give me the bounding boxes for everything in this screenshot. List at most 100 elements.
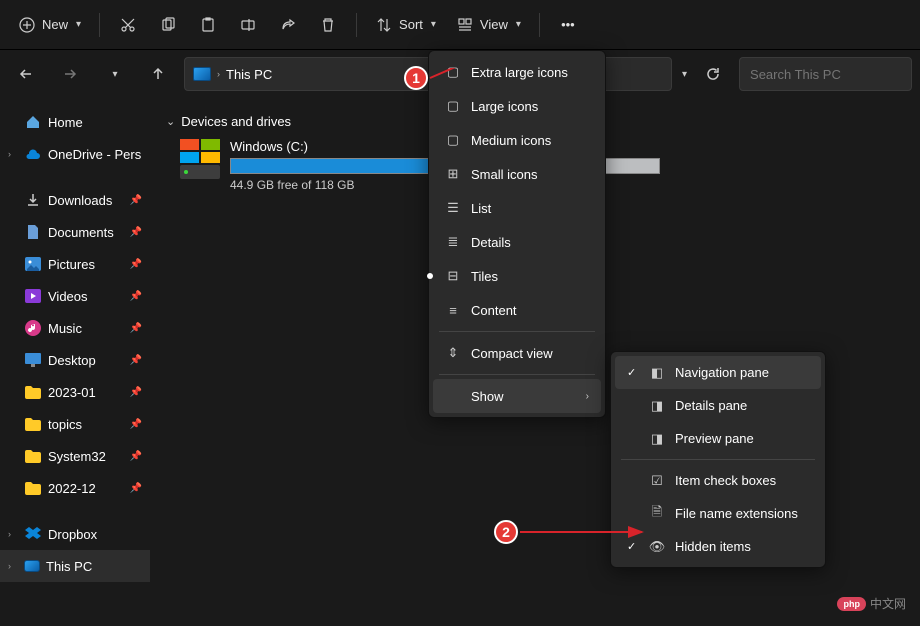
- view-lg[interactable]: ▢Large icons: [433, 89, 601, 123]
- toolbar: New ▾ Sort ▾ View ▾ •••: [0, 0, 920, 50]
- view-md[interactable]: ▢Medium icons: [433, 123, 601, 157]
- music-icon: [24, 319, 42, 337]
- separator: [356, 13, 357, 37]
- show-preview[interactable]: ◨Preview pane: [615, 422, 821, 455]
- separator: [439, 374, 595, 375]
- new-button[interactable]: New ▾: [10, 7, 89, 43]
- panel-icon: ◨: [649, 398, 665, 414]
- file-icon: 🗎: [649, 506, 665, 522]
- chevron-right-icon: ›: [586, 391, 589, 402]
- sidebar-music[interactable]: Music📌: [0, 312, 150, 344]
- dropbox-icon: [24, 525, 42, 543]
- sidebar-desktop[interactable]: Desktop📌: [0, 344, 150, 376]
- pc-icon: [24, 560, 40, 572]
- eye-icon: 👁: [649, 539, 665, 555]
- copy-button[interactable]: [150, 7, 186, 43]
- cut-icon: [119, 16, 137, 34]
- sort-button[interactable]: Sort ▾: [367, 7, 444, 43]
- sidebar-pictures[interactable]: Pictures📌: [0, 248, 150, 280]
- chevron-right-icon: ›: [8, 561, 18, 571]
- pictures-icon: [24, 255, 42, 273]
- details-icon: ≣: [445, 234, 461, 250]
- cloud-icon: [24, 145, 42, 163]
- delete-button[interactable]: [310, 7, 346, 43]
- view-compact[interactable]: ⇕Compact view: [433, 336, 601, 370]
- chevron-down-icon: ▾: [431, 19, 436, 30]
- refresh-button[interactable]: [695, 57, 731, 91]
- chevron-right-icon: ›: [8, 149, 18, 159]
- show-check[interactable]: ☑Item check boxes: [615, 464, 821, 497]
- plus-icon: [18, 16, 36, 34]
- drive-icon: [180, 139, 220, 179]
- panel-icon: ◨: [649, 431, 665, 447]
- compact-icon: ⇕: [445, 345, 461, 361]
- up-button[interactable]: [140, 56, 176, 92]
- content-icon: ≡: [445, 302, 461, 318]
- more-button[interactable]: •••: [550, 7, 586, 43]
- check-icon: ✓: [627, 540, 636, 553]
- forward-button[interactable]: [52, 56, 88, 92]
- rename-button[interactable]: [230, 7, 266, 43]
- view-xl[interactable]: ▢Extra large icons: [433, 55, 601, 89]
- sidebar-documents[interactable]: Documents📌: [0, 216, 150, 248]
- chevron-down-icon: ▾: [112, 69, 117, 80]
- view-details[interactable]: ≣Details: [433, 225, 601, 259]
- check-icon: ✓: [627, 366, 636, 379]
- search-input[interactable]: [750, 67, 901, 82]
- pin-icon: 📌: [130, 323, 142, 334]
- share-button[interactable]: [270, 7, 306, 43]
- recent-button[interactable]: ▾: [96, 56, 132, 92]
- sidebar-folder[interactable]: topics📌: [0, 408, 150, 440]
- watermark: php中文网: [837, 595, 906, 612]
- chevron-down-icon: ▾: [76, 19, 81, 30]
- view-content[interactable]: ≡Content: [433, 293, 601, 327]
- rename-icon: [239, 16, 257, 34]
- sidebar-dropbox[interactable]: ›Dropbox: [0, 518, 150, 550]
- back-button[interactable]: [8, 56, 44, 92]
- pin-icon: 📌: [130, 419, 142, 430]
- paste-button[interactable]: [190, 7, 226, 43]
- sidebar: Home ›OneDrive - Pers Downloads📌 Documen…: [0, 98, 150, 626]
- tiles-icon: ⊟: [445, 268, 461, 284]
- view-label: View: [480, 17, 508, 32]
- sort-label: Sort: [399, 17, 423, 32]
- chevron-down-icon[interactable]: ▾: [682, 69, 687, 80]
- sidebar-folder[interactable]: 2023-01📌: [0, 376, 150, 408]
- sidebar-thispc[interactable]: ›This PC: [0, 550, 150, 582]
- separator: [439, 331, 595, 332]
- folder-icon: [24, 415, 42, 433]
- show-hidden[interactable]: ✓👁Hidden items: [615, 530, 821, 563]
- pin-icon: 📌: [130, 451, 142, 462]
- view-list[interactable]: ☰List: [433, 191, 601, 225]
- breadcrumb: This PC: [226, 67, 272, 82]
- new-label: New: [42, 17, 68, 32]
- grid-icon: ▢: [445, 98, 461, 114]
- show-ext[interactable]: 🗎File name extensions: [615, 497, 821, 530]
- sidebar-folder[interactable]: 2022-12📌: [0, 472, 150, 504]
- sidebar-downloads[interactable]: Downloads📌: [0, 184, 150, 216]
- folder-icon: [24, 383, 42, 401]
- section-title: Devices and drives: [181, 114, 291, 129]
- view-tiles[interactable]: ⊟Tiles: [433, 259, 601, 293]
- radio-icon: [427, 273, 433, 279]
- sidebar-home[interactable]: Home: [0, 106, 150, 138]
- cut-button[interactable]: [110, 7, 146, 43]
- sidebar-videos[interactable]: Videos📌: [0, 280, 150, 312]
- grid-icon: ▢: [445, 132, 461, 148]
- pin-icon: 📌: [130, 483, 142, 494]
- sidebar-onedrive[interactable]: ›OneDrive - Pers: [0, 138, 150, 170]
- view-sm[interactable]: ⊞Small icons: [433, 157, 601, 191]
- list-icon: ☰: [445, 200, 461, 216]
- pin-icon: 📌: [130, 227, 142, 238]
- share-icon: [279, 16, 297, 34]
- copy-icon: [159, 16, 177, 34]
- sidebar-folder[interactable]: System32📌: [0, 440, 150, 472]
- panel-icon: ◧: [649, 365, 665, 381]
- show-details[interactable]: ◨Details pane: [615, 389, 821, 422]
- view-show[interactable]: Show›: [433, 379, 601, 413]
- pin-icon: 📌: [130, 355, 142, 366]
- search-box[interactable]: [739, 57, 912, 91]
- view-button[interactable]: View ▾: [448, 7, 529, 43]
- show-nav[interactable]: ✓◧Navigation pane: [615, 356, 821, 389]
- chevron-right-icon: ›: [8, 529, 18, 539]
